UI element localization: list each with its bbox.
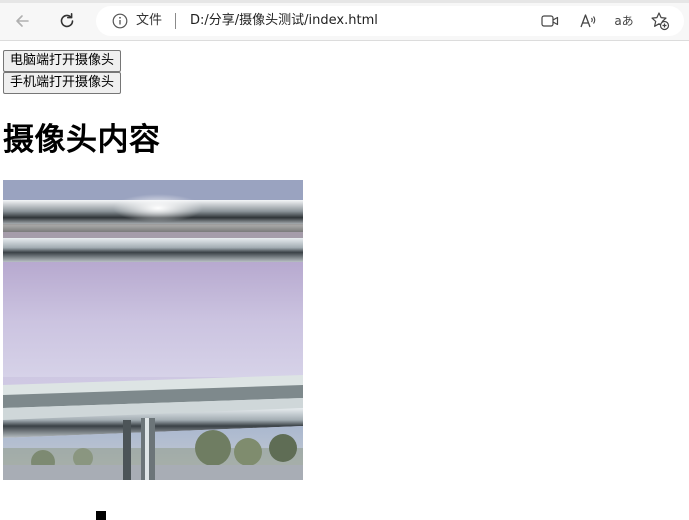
- next-heading-partial: [96, 511, 106, 520]
- read-aloud-button[interactable]: [578, 11, 598, 31]
- camera-permission-button[interactable]: [540, 11, 560, 31]
- camera-video-view: [3, 180, 303, 480]
- pc-open-camera-button[interactable]: 电脑端打开摄像头: [3, 50, 122, 72]
- info-icon[interactable]: [112, 13, 128, 29]
- video-camera-icon: [541, 15, 559, 27]
- refresh-icon: [60, 13, 74, 28]
- url-text[interactable]: D:/分享/摄像头测试/index.html: [190, 12, 378, 30]
- back-button[interactable]: [8, 8, 36, 34]
- read-aloud-icon: [580, 14, 596, 28]
- camera-content-heading: 摄像头内容: [3, 122, 161, 158]
- address-bar[interactable]: 文件 D:/分享/摄像头测试/index.html aあ: [96, 6, 684, 36]
- page-content: 电脑端打开摄像头 手机端打开摄像头 摄像头内容: [0, 41, 689, 520]
- camera-frame-image: [3, 180, 303, 480]
- address-divider: [175, 13, 176, 29]
- back-arrow-icon: [16, 15, 29, 27]
- translate-button[interactable]: aあ: [614, 11, 634, 31]
- mobile-open-camera-button[interactable]: 手机端打开摄像头: [3, 72, 122, 94]
- refresh-button[interactable]: [53, 8, 81, 34]
- translate-icon: aあ: [614, 14, 634, 28]
- favorite-button[interactable]: [650, 11, 670, 31]
- browser-toolbar: 文件 D:/分享/摄像头测试/index.html aあ: [0, 0, 689, 41]
- tab-strip-edge: [0, 0, 689, 3]
- add-favorite-icon: [651, 12, 670, 31]
- page-info-label[interactable]: 文件: [136, 12, 162, 30]
